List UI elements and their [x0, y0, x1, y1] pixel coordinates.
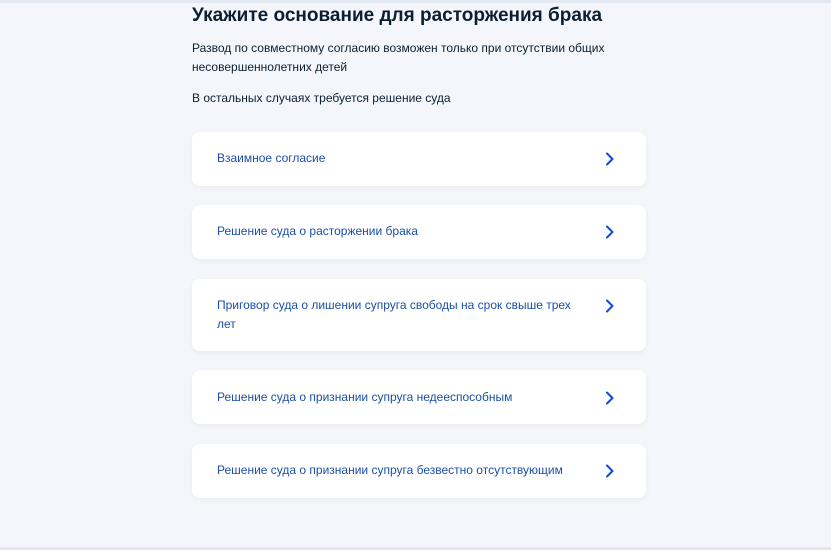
description-consent-note: Развод по совместному согласию возможен …	[192, 41, 605, 74]
option-mutual-consent[interactable]: Взаимное согласие	[192, 132, 646, 186]
option-court-incapacity-decision[interactable]: Решение суда о признании супруга недеесп…	[192, 370, 646, 424]
chevron-right-icon	[604, 225, 616, 239]
chevron-right-icon	[604, 299, 616, 313]
option-label: Решение суда о признании супруга безвест…	[217, 463, 563, 477]
chevron-right-icon	[604, 152, 616, 166]
chevron-right-icon	[604, 391, 616, 405]
chevron-right-icon	[604, 464, 616, 478]
option-label: Решение суда о признании супруга недеесп…	[217, 390, 513, 404]
option-court-missing-spouse-decision[interactable]: Решение суда о признании супруга безвест…	[192, 444, 646, 498]
option-court-divorce-decision[interactable]: Решение суда о расторжении брака	[192, 205, 646, 259]
description-court-note: В остальных случаях требуется решение су…	[192, 91, 451, 105]
option-court-imprisonment-sentence[interactable]: Приговор суда о лишении супруга свободы …	[192, 279, 646, 351]
page-title: Укажите основание для расторжения брака	[192, 5, 603, 26]
option-label: Решение суда о расторжении брака	[217, 224, 418, 238]
option-label: Взаимное согласие	[217, 151, 326, 165]
option-label: Приговор суда о лишении супруга свободы …	[217, 298, 571, 331]
top-divider	[0, 0, 831, 3]
